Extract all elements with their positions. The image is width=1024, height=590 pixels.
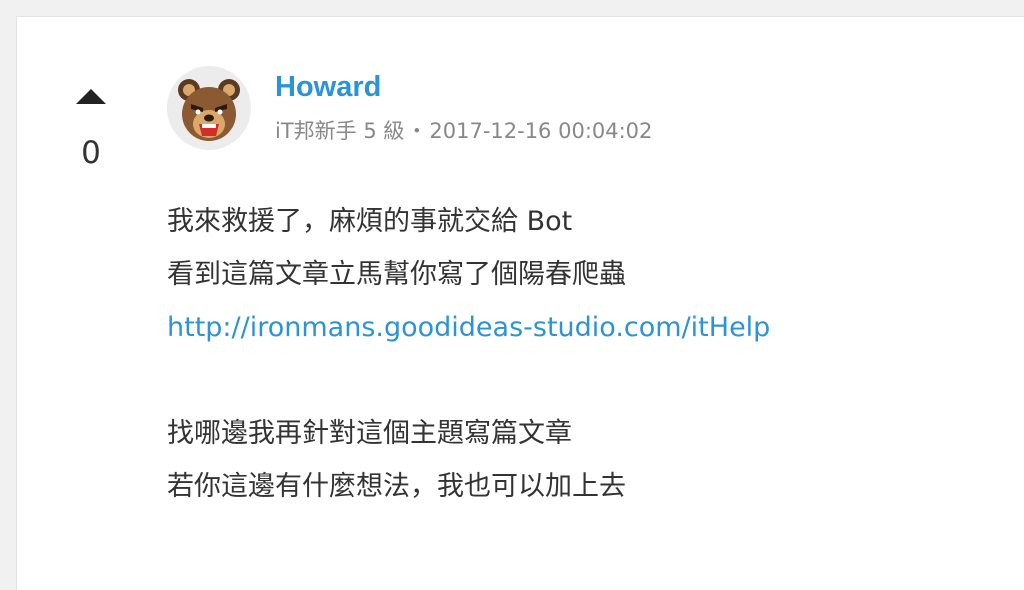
avatar[interactable] — [167, 66, 251, 150]
author-rank[interactable]: iT邦新手 5 級 — [275, 119, 404, 143]
comment-line: 若你這邊有什麼想法，我也可以加上去 — [167, 471, 626, 502]
upvote-triangle-icon — [76, 88, 106, 104]
comment-line: 看到這篇文章立馬幫你寫了個陽春爬蟲 — [167, 259, 626, 290]
comment-card: 0 Howard iT邦新手 5 級・2017-12-16 00:04:02 我… — [16, 16, 1024, 590]
author-name-link[interactable]: Howard — [275, 69, 381, 105]
bear-avatar-icon — [178, 79, 240, 141]
external-link[interactable]: http://ironmans.goodideas-studio.com/itH… — [167, 312, 770, 343]
upvote-button[interactable] — [75, 85, 107, 107]
comment-line: 找哪邊我再針對這個主題寫篇文章 — [167, 418, 572, 449]
comment-timestamp: 2017-12-16 00:04:02 — [429, 119, 653, 143]
comment-line: 我來救援了，麻煩的事就交給 Bot — [167, 206, 573, 237]
comment-body: 我來救援了，麻煩的事就交給 Bot 看到這篇文章立馬幫你寫了個陽春爬蟲 http… — [167, 195, 1007, 513]
vote-count: 0 — [81, 135, 101, 171]
author-meta: iT邦新手 5 級・2017-12-16 00:04:02 — [275, 117, 652, 145]
meta-separator: ・ — [406, 119, 428, 143]
